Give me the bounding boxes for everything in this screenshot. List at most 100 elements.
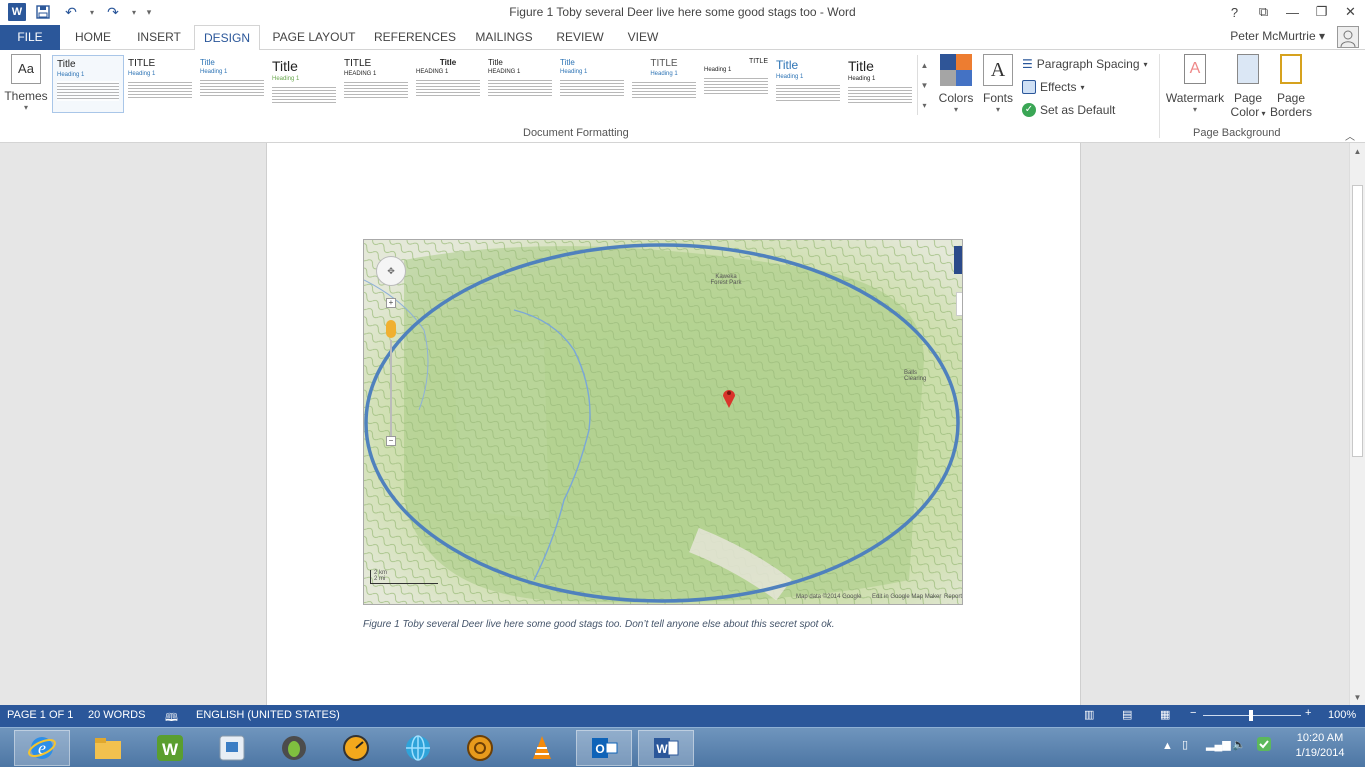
page-count[interactable]: PAGE 1 OF 1 — [7, 709, 73, 721]
scroll-thumb[interactable] — [1352, 185, 1363, 457]
network-icon[interactable]: ▂▄▆ — [1206, 738, 1231, 751]
vertical-scrollbar[interactable]: ▲ ▼ — [1349, 143, 1365, 705]
clock[interactable]: 10:20 AM 1/19/2014 — [1278, 732, 1362, 759]
undo-icon[interactable]: ↶ — [60, 3, 82, 21]
gallery-down-icon[interactable]: ▼ — [918, 75, 931, 95]
undo-dropdown-icon[interactable]: ▾ — [88, 3, 96, 21]
zoom-slider-thumb[interactable] — [1249, 710, 1253, 721]
redo-dropdown-icon[interactable]: ▾ — [130, 3, 138, 21]
map-edit-link[interactable]: Edit in Google Map Maker — [872, 594, 941, 600]
style-set-item[interactable]: Title HEADING 1 — [412, 55, 484, 113]
document-page[interactable]: ✥ + − Kaweka Forest Park Balls Clearing … — [266, 143, 1081, 705]
show-hidden-icons-icon[interactable]: ▲ — [1162, 740, 1173, 752]
tab-file[interactable]: FILE — [0, 25, 60, 50]
effects-button[interactable]: Effects ▾ — [1022, 80, 1084, 94]
speedometer-icon[interactable] — [328, 730, 384, 766]
pegman-icon[interactable] — [386, 320, 396, 338]
style-set-item[interactable]: TITLE HEADING 1 — [340, 55, 412, 113]
globe-icon[interactable] — [390, 730, 446, 766]
set-as-default-button[interactable]: ✓ Set as Default — [1022, 103, 1115, 117]
watermark-button[interactable]: A Watermark ▾ — [1164, 54, 1226, 114]
map-marker-icon[interactable] — [722, 386, 736, 411]
style-set-item[interactable]: TITLE Heading 1 — [700, 55, 772, 113]
ribbon: Aa Themes ▾ Title Heading 1 TITLE Heading … — [0, 50, 1365, 143]
language-status[interactable]: ENGLISH (UNITED STATES) — [196, 709, 340, 721]
map-zoom-in-icon[interactable]: + — [386, 298, 396, 308]
svg-text:W: W — [656, 742, 668, 756]
zoom-in-icon[interactable]: + — [1305, 707, 1311, 719]
tab-review[interactable]: REVIEW — [550, 25, 610, 50]
map-zoom-out-icon[interactable]: − — [386, 436, 396, 446]
fonts-button[interactable]: A Fonts ▾ — [980, 54, 1016, 114]
map-attribution: Map data ©2014 Google — [796, 594, 862, 600]
app-box-icon[interactable] — [204, 730, 260, 766]
map-report-link[interactable]: Report — [944, 594, 962, 600]
proofing-icon[interactable]: 🕮 — [165, 709, 178, 728]
themes-button[interactable]: Aa Themes ▾ — [4, 54, 48, 112]
style-set-item[interactable]: TITLE Heading 1 — [124, 55, 196, 113]
zoom-out-icon[interactable]: − — [1190, 707, 1196, 719]
restore-button[interactable]: ❐ — [1307, 0, 1336, 24]
zoom-level[interactable]: 100% — [1328, 709, 1356, 721]
map-side-control[interactable] — [954, 246, 962, 274]
gallery-up-icon[interactable]: ▲ — [918, 55, 931, 75]
page-borders-button[interactable]: Page Borders — [1270, 54, 1312, 119]
tab-view[interactable]: VIEW — [618, 25, 668, 50]
word-count[interactable]: 20 WORDS — [88, 709, 145, 721]
vlc-icon[interactable] — [514, 730, 570, 766]
word-app-icon[interactable]: W — [8, 3, 26, 21]
outlook-icon[interactable]: O — [576, 730, 632, 766]
customize-qat-icon[interactable]: ▾ — [144, 3, 154, 21]
style-set-item[interactable]: Title Heading 1 — [844, 55, 916, 113]
internet-explorer-icon[interactable]: e — [14, 730, 70, 766]
help-button[interactable]: ? — [1220, 0, 1249, 24]
style-set-item[interactable]: Title HEADING 1 — [484, 55, 556, 113]
style-set-item[interactable]: Title Heading 1 — [268, 55, 340, 113]
svg-text:O: O — [595, 742, 604, 756]
minimize-button[interactable]: — — [1278, 0, 1307, 24]
style-set-item[interactable]: Title Heading 1 — [196, 55, 268, 113]
paragraph-spacing-button[interactable]: ☰ Paragraph Spacing ▾ — [1022, 57, 1148, 71]
volume-icon[interactable]: 🔈 — [1232, 738, 1246, 751]
style-set-item[interactable]: Title Heading 1 — [772, 55, 844, 113]
page-color-button[interactable]: Page Color ▾ — [1228, 54, 1268, 119]
close-button[interactable]: ✕ — [1336, 0, 1365, 24]
save-icon[interactable] — [32, 3, 54, 21]
file-explorer-icon[interactable] — [80, 730, 136, 766]
style-set-item[interactable]: Title Heading 1 — [52, 55, 124, 113]
scroll-up-icon[interactable]: ▲ — [1350, 143, 1365, 159]
group-separator — [1159, 54, 1160, 138]
map-image[interactable]: ✥ + − Kaweka Forest Park Balls Clearing … — [363, 239, 963, 605]
word-taskbar-icon[interactable]: W — [638, 730, 694, 766]
map-zoom-slider[interactable] — [390, 340, 392, 440]
title-bar: W ↶ ▾ ↷ ▾ ▾ Figure 1 Toby several Deer l… — [0, 0, 1365, 25]
scroll-down-icon[interactable]: ▼ — [1350, 689, 1365, 705]
app-w-icon[interactable]: W — [142, 730, 198, 766]
avatar[interactable] — [1337, 26, 1359, 48]
web-layout-icon[interactable]: ▦ — [1160, 708, 1170, 721]
device-icon[interactable]: ▯ — [1182, 738, 1188, 751]
security-icon[interactable] — [1256, 736, 1272, 755]
style-set-item[interactable]: Title Heading 1 — [556, 55, 628, 113]
evernote-icon[interactable] — [266, 730, 322, 766]
style-set-item[interactable]: TITLE Heading 1 — [628, 55, 700, 113]
compass-icon[interactable] — [452, 730, 508, 766]
tab-home[interactable]: HOME — [64, 25, 122, 50]
figure-caption[interactable]: Figure 1 Toby several Deer live here som… — [363, 619, 835, 630]
redo-icon[interactable]: ↷ — [102, 3, 124, 21]
tab-mailings[interactable]: MAILINGS — [468, 25, 540, 50]
user-name[interactable]: Peter McMurtrie ▾ — [1230, 29, 1325, 43]
tab-page-layout[interactable]: PAGE LAYOUT — [266, 25, 362, 50]
map-side-control-2[interactable] — [956, 292, 962, 316]
read-mode-icon[interactable]: ▥ — [1084, 708, 1094, 721]
tab-references[interactable]: REFERENCES — [372, 25, 458, 50]
collapse-ribbon-icon[interactable]: ︿ — [1345, 128, 1355, 143]
colors-button[interactable]: Colors ▾ — [936, 54, 976, 114]
map-pan-control[interactable]: ✥ — [376, 256, 406, 286]
tab-insert[interactable]: INSERT — [128, 25, 190, 50]
tab-design[interactable]: DESIGN — [194, 25, 260, 51]
page-color-icon — [1237, 54, 1259, 84]
gallery-more-icon[interactable]: ▾ — [918, 95, 931, 115]
ribbon-display-options-button[interactable]: ⧉ — [1249, 0, 1278, 24]
print-layout-icon[interactable]: ▤ — [1122, 708, 1132, 721]
